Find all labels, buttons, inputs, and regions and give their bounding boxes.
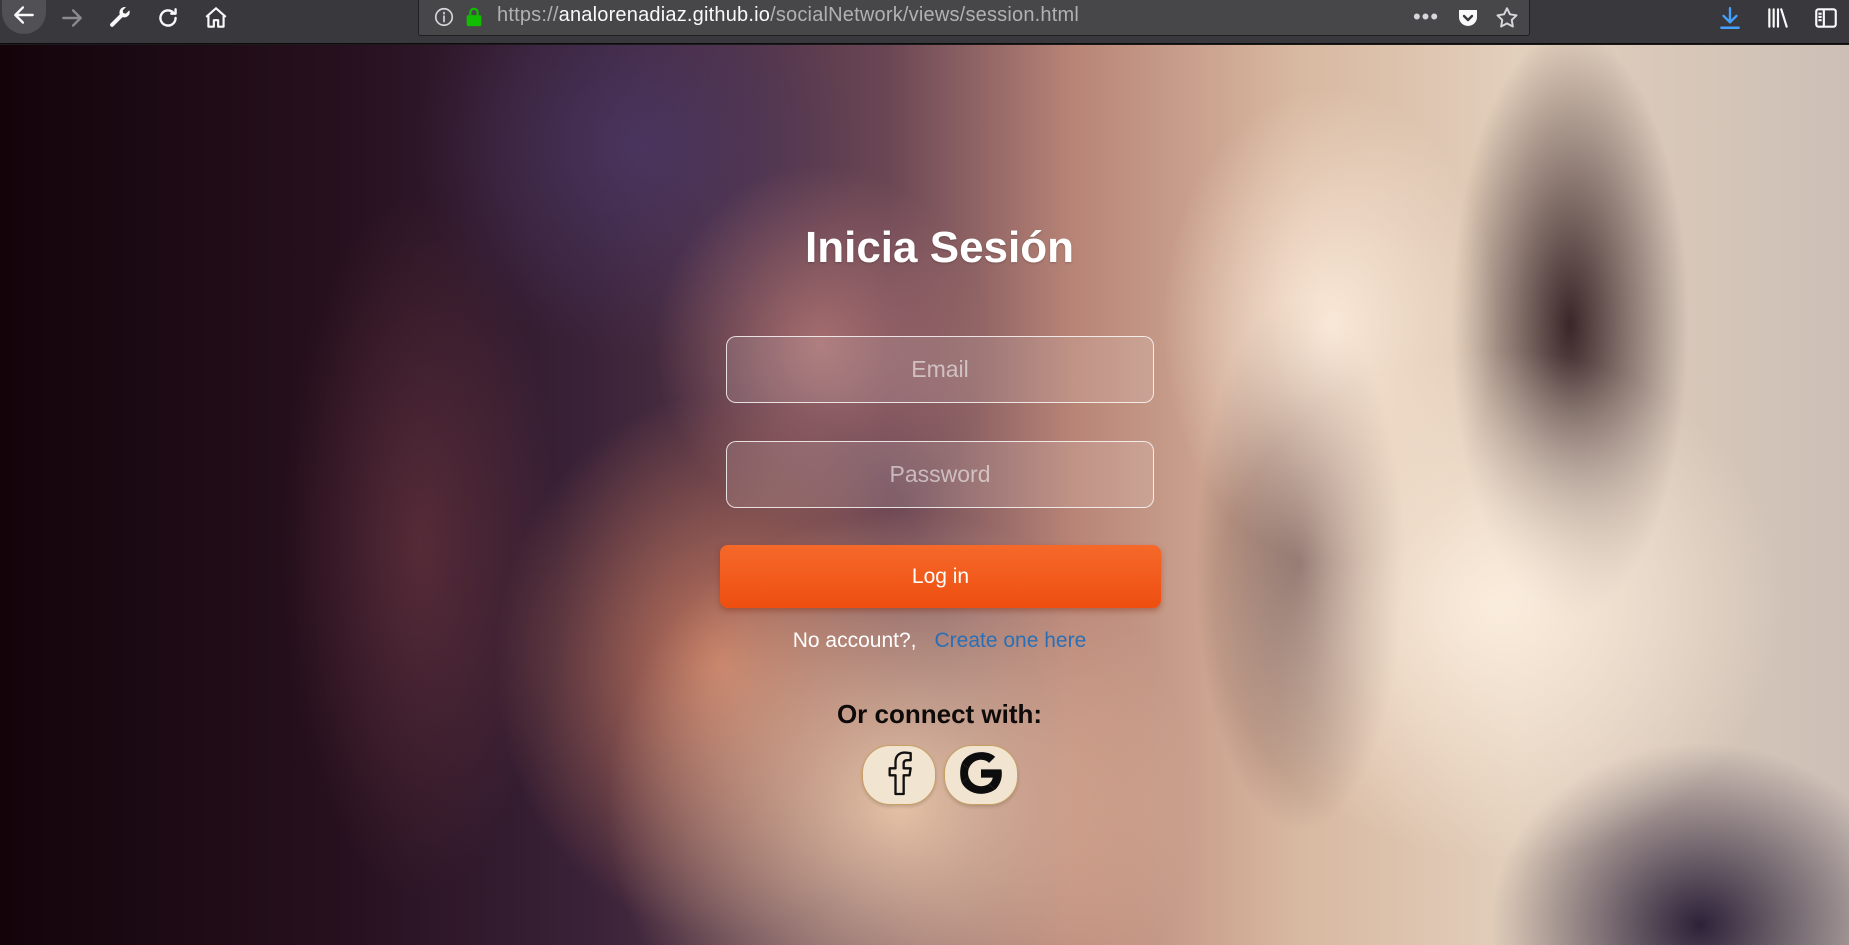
download-icon bbox=[1717, 5, 1743, 36]
password-field[interactable] bbox=[726, 441, 1154, 508]
sidebar-icon bbox=[1813, 5, 1839, 36]
lock-icon[interactable] bbox=[461, 4, 487, 30]
back-button[interactable] bbox=[2, 0, 46, 34]
forward-button[interactable] bbox=[52, 0, 92, 40]
login-form: Inicia Sesión Log in No account?, Create … bbox=[0, 45, 1849, 945]
url-scheme: https:// bbox=[497, 4, 559, 26]
page-background: Inicia Sesión Log in No account?, Create … bbox=[0, 45, 1849, 945]
downloads-button[interactable] bbox=[1710, 0, 1750, 40]
facebook-icon bbox=[885, 749, 913, 802]
reload-icon bbox=[155, 5, 181, 36]
pocket-icon[interactable] bbox=[1455, 5, 1481, 31]
google-icon bbox=[956, 748, 1006, 803]
url-host: analorenadiaz.github.io bbox=[558, 4, 771, 26]
more-dots-icon[interactable]: ••• bbox=[1411, 4, 1441, 30]
back-arrow-icon bbox=[11, 2, 37, 33]
url-path: /socialNetwork/views/session.html bbox=[770, 4, 1079, 26]
url-text[interactable]: https://analorenadiaz.github.io/socialNe… bbox=[497, 4, 1079, 27]
browser-toolbar: https://analorenadiaz.github.io/socialNe… bbox=[0, 0, 1849, 44]
url-bar[interactable]: https://analorenadiaz.github.io/socialNe… bbox=[418, 0, 1530, 36]
google-login-button[interactable] bbox=[944, 745, 1018, 805]
developer-tools-button[interactable] bbox=[100, 0, 140, 40]
home-button[interactable] bbox=[196, 0, 236, 40]
wrench-icon bbox=[107, 5, 133, 36]
forward-arrow-icon bbox=[59, 5, 85, 36]
library-button[interactable] bbox=[1758, 0, 1798, 40]
info-icon[interactable] bbox=[431, 4, 457, 30]
connect-label: Or connect with: bbox=[836, 699, 1043, 729]
sidebar-button[interactable] bbox=[1806, 0, 1846, 40]
library-icon bbox=[1765, 5, 1791, 36]
reload-button[interactable] bbox=[148, 0, 188, 40]
email-field[interactable] bbox=[726, 336, 1154, 403]
login-button[interactable]: Log in bbox=[720, 545, 1161, 608]
home-icon bbox=[203, 5, 229, 36]
signup-row: No account?, Create one here bbox=[0, 629, 1849, 653]
page-title: Inicia Sesión bbox=[805, 223, 1074, 272]
facebook-login-button[interactable] bbox=[862, 745, 936, 805]
star-icon[interactable] bbox=[1493, 4, 1521, 32]
no-account-text: No account?, bbox=[792, 629, 917, 652]
create-account-link[interactable]: Create one here bbox=[934, 629, 1086, 652]
